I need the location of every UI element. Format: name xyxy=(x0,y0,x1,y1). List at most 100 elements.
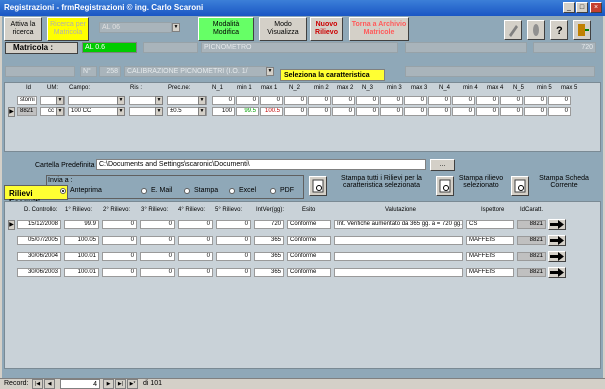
rilievo-ispettore-cell[interactable]: MAFFEIS xyxy=(466,252,514,261)
rilievo-int-cell[interactable]: 365 xyxy=(254,236,284,245)
record-selector-icon[interactable]: ▶ xyxy=(8,220,15,230)
rilievo-data-cell[interactable]: 15/12/2008 xyxy=(17,220,61,229)
modo-visualizza-button[interactable]: Modo Visualizza xyxy=(259,17,307,41)
rilievo-r1-cell[interactable]: 99.9 xyxy=(64,220,99,229)
rilievo-r2-cell[interactable]: 0 xyxy=(102,236,137,245)
car-value-cell[interactable]: 0 xyxy=(236,96,259,105)
rilievo-r3-cell[interactable]: 0 xyxy=(140,252,175,261)
car-id-cell[interactable]: storni xyxy=(17,96,37,105)
rilievo-int-cell[interactable]: 365 xyxy=(254,268,284,277)
rilievo-ispettore-cell[interactable]: MAFFEIS xyxy=(466,268,514,277)
car-value-cell[interactable]: 0 xyxy=(452,96,475,105)
rilievo-r5-cell[interactable]: 0 xyxy=(216,236,251,245)
rilievo-r3-cell[interactable]: 0 xyxy=(140,268,175,277)
rilievo-valutazione-cell[interactable] xyxy=(334,236,463,245)
rilievo-r2-cell[interactable]: 0 xyxy=(102,252,137,261)
rilievo-int-cell[interactable]: 720 xyxy=(254,220,284,229)
rilievo-r1-cell[interactable]: 100.01 xyxy=(64,252,99,261)
matricola-field[interactable]: AL 0.6 xyxy=(82,42,137,53)
car-value-cell[interactable]: 0 xyxy=(452,107,475,116)
rilievo-esito-cell[interactable]: Conforme xyxy=(287,236,331,245)
rilievo-r4-cell[interactable]: 0 xyxy=(178,252,213,261)
rilievo-valutazione-cell[interactable]: Int. Verifiche aumentato da 365 gg. a = … xyxy=(334,220,463,229)
car-value-cell[interactable]: 0 xyxy=(332,107,355,116)
rilievo-r4-cell[interactable]: 0 xyxy=(178,220,213,229)
rilievo-valutazione-cell[interactable] xyxy=(334,252,463,261)
car-value-cell[interactable]: 0 xyxy=(524,107,547,116)
help-icon[interactable]: ? xyxy=(550,20,568,40)
rilievo-r5-cell[interactable]: 0 xyxy=(216,268,251,277)
print-preview-icon[interactable] xyxy=(511,176,529,196)
rilievo-ispettore-cell[interactable]: MAFFEIS xyxy=(466,236,514,245)
go-right-arrow-icon[interactable] xyxy=(548,235,566,246)
rilievo-r1-cell[interactable]: 100.05 xyxy=(64,236,99,245)
car-value-cell[interactable]: 0 xyxy=(548,96,571,105)
record-current[interactable]: 4 xyxy=(60,379,100,389)
car-value-cell[interactable]: 0 xyxy=(356,96,379,105)
matricola-combo[interactable]: AL 06 xyxy=(99,22,172,33)
car-value-cell[interactable]: 0 xyxy=(500,96,523,105)
car-value-cell[interactable]: 0 xyxy=(476,96,499,105)
radio-stampa[interactable] xyxy=(184,188,190,194)
print-preview-icon[interactable] xyxy=(436,176,454,196)
rilievo-id-cell[interactable]: 8821 xyxy=(517,236,546,245)
rilievo-id-cell[interactable]: 8821 xyxy=(517,252,546,261)
rilievo-r3-cell[interactable]: 0 xyxy=(140,220,175,229)
chevron-down-icon[interactable]: ▼ xyxy=(172,23,180,32)
torna-archivio-button[interactable]: Torna a Archivio Matricole xyxy=(349,17,409,41)
rilievo-r2-cell[interactable]: 0 xyxy=(102,220,137,229)
radio-anteprima[interactable] xyxy=(60,188,66,194)
last-record-icon[interactable]: ▶| xyxy=(115,379,126,389)
print-preview-icon[interactable] xyxy=(309,176,327,196)
prev-record-icon[interactable]: ◀ xyxy=(44,379,55,389)
record-selector-icon[interactable]: ▶ xyxy=(8,107,15,117)
rilievo-valutazione-cell[interactable] xyxy=(334,268,463,277)
rilievo-data-cell[interactable]: 05/07/2005 xyxy=(17,236,61,245)
rilievo-esito-cell[interactable]: Conforme xyxy=(287,220,331,229)
car-value-cell[interactable]: 0 xyxy=(500,107,523,116)
chevron-down-icon[interactable]: ▼ xyxy=(198,107,206,116)
car-id-cell[interactable]: 8821 xyxy=(17,107,37,116)
chevron-down-icon[interactable]: ▼ xyxy=(117,107,125,116)
car-value-cell[interactable]: 100.5 xyxy=(260,107,283,116)
new-record-icon[interactable]: ▶* xyxy=(127,379,138,389)
car-value-cell[interactable]: 0 xyxy=(332,96,355,105)
car-value-cell[interactable]: 0 xyxy=(308,107,331,116)
chevron-down-icon[interactable]: ▼ xyxy=(56,96,64,105)
rilievo-esito-cell[interactable]: Conforme xyxy=(287,268,331,277)
car-value-cell[interactable]: 100 xyxy=(212,107,235,116)
pin-icon[interactable] xyxy=(527,20,545,40)
go-right-arrow-icon[interactable] xyxy=(548,219,566,230)
chevron-down-icon[interactable]: ▼ xyxy=(155,96,163,105)
car-value-cell[interactable]: 0 xyxy=(404,96,427,105)
car-value-cell[interactable]: 0 xyxy=(308,96,331,105)
chevron-down-icon[interactable]: ▼ xyxy=(155,107,163,116)
rilievo-int-cell[interactable]: 365 xyxy=(254,252,284,261)
car-value-cell[interactable]: 0 xyxy=(476,107,499,116)
rilievo-data-cell[interactable]: 30/06/2003 xyxy=(17,268,61,277)
car-value-cell[interactable]: 0 xyxy=(284,96,307,105)
chevron-down-icon[interactable]: ▼ xyxy=(56,107,64,116)
car-value-cell[interactable]: 0 xyxy=(428,96,451,105)
go-right-arrow-icon[interactable] xyxy=(548,251,566,262)
rilievo-id-cell[interactable]: 8821 xyxy=(517,268,546,277)
car-value-cell[interactable]: 0 xyxy=(356,107,379,116)
car-value-cell[interactable]: 99.5 xyxy=(236,107,259,116)
browse-button[interactable]: ... xyxy=(430,159,455,171)
nuovo-rilievo-button[interactable]: Nuovo Rilievo xyxy=(310,17,343,41)
car-value-cell[interactable]: 0 xyxy=(404,107,427,116)
rilievo-r4-cell[interactable]: 0 xyxy=(178,268,213,277)
chevron-down-icon[interactable]: ▼ xyxy=(266,67,274,76)
rilievo-r5-cell[interactable]: 0 xyxy=(216,252,251,261)
rilievo-r5-cell[interactable]: 0 xyxy=(216,220,251,229)
rilievo-ispettore-cell[interactable]: CS xyxy=(466,220,514,229)
next-record-icon[interactable]: ▶ xyxy=(103,379,114,389)
car-value-cell[interactable]: 0 xyxy=(380,96,403,105)
close-button[interactable]: × xyxy=(590,2,602,13)
minimize-button[interactable]: _ xyxy=(563,2,575,13)
rilievo-id-cell[interactable]: 8821 xyxy=(517,220,546,229)
chevron-down-icon[interactable]: ▼ xyxy=(117,96,125,105)
car-value-cell[interactable]: 0 xyxy=(260,96,283,105)
car-value-cell[interactable]: 0 xyxy=(380,107,403,116)
radio-e-mail[interactable] xyxy=(141,188,147,194)
